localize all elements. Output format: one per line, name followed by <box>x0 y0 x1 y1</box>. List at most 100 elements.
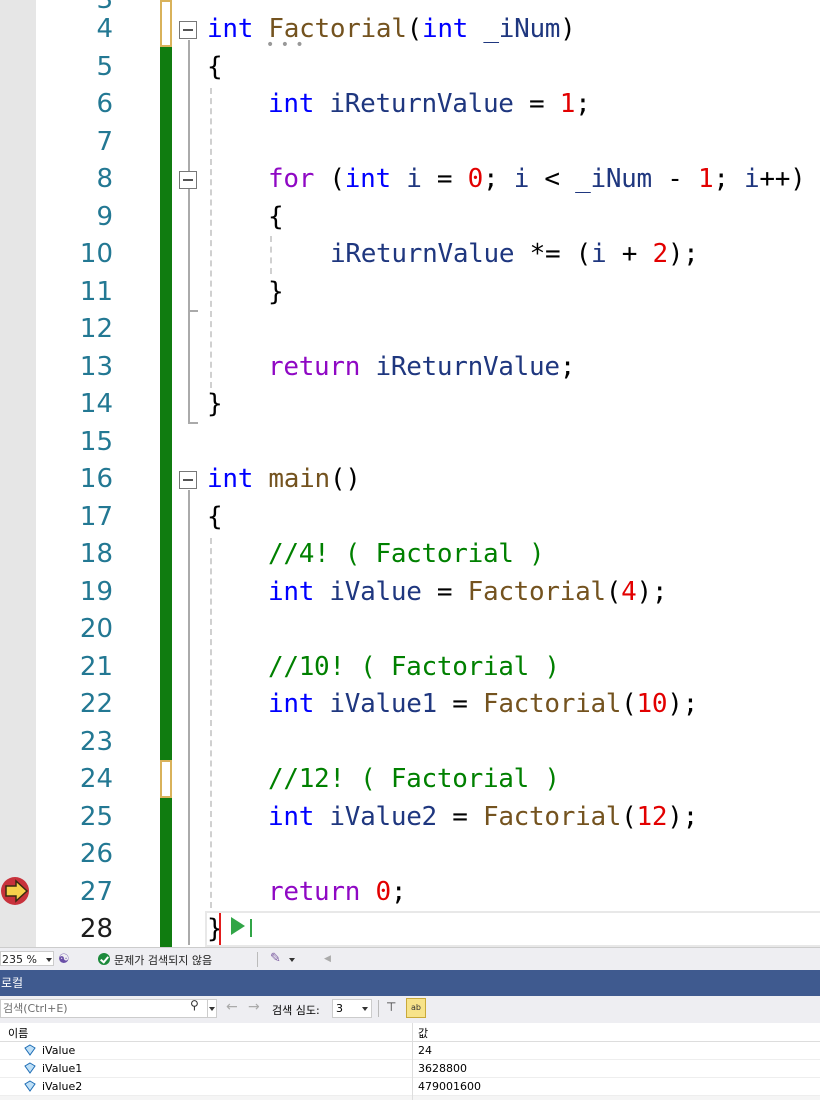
variable-value[interactable]: 24 <box>418 1044 432 1057</box>
run-to-click-icon[interactable] <box>231 917 245 935</box>
operator: = <box>421 164 468 194</box>
code-line-25[interactable]: int iValue2 = Factorial(12); <box>268 799 698 837</box>
column-divider[interactable] <box>412 1023 413 1100</box>
line-number: 13 <box>79 352 113 382</box>
operator: + <box>606 239 653 269</box>
code-line-6[interactable]: int iReturnValue = 1; <box>268 86 591 124</box>
pin-icon[interactable]: ⊤ <box>386 1000 396 1014</box>
code-line-21-comment[interactable]: //10! ( Factorial ) <box>268 649 560 687</box>
punct: ( <box>605 577 622 607</box>
line-number: 16 <box>79 464 113 494</box>
editor-status-bar: 235 % ☯ 문제가 검색되지 않음 ✎ ◀ <box>0 947 820 971</box>
current-statement-arrow-icon[interactable] <box>0 876 32 906</box>
operator: ++) <box>759 164 806 194</box>
punct: ) <box>560 14 576 44</box>
scroll-left-icon[interactable]: ◀ <box>324 954 331 964</box>
search-forward-icon[interactable]: → <box>248 999 260 1015</box>
code-line-8[interactable]: for (int i = 0; i < _iNum - 1; i++) <box>268 161 806 199</box>
keyword: int <box>421 14 469 44</box>
function-name: Factorial <box>482 802 622 832</box>
change-bar-saved <box>160 798 172 947</box>
indent-guide <box>210 538 212 908</box>
collapse-minus-icon[interactable] <box>179 171 197 189</box>
issues-status[interactable]: 문제가 검색되지 않음 <box>114 952 212 968</box>
change-bar-unsaved <box>160 0 172 47</box>
code-line-10[interactable]: iReturnValue *= (i + 2); <box>330 236 699 274</box>
punct: ( <box>406 14 423 44</box>
function-name: Factorial <box>482 689 622 719</box>
code-line-19[interactable]: int iValue = Factorial(4); <box>268 574 668 612</box>
keyword: int <box>268 802 315 832</box>
glyph-margin[interactable] <box>0 0 36 947</box>
code-line-16[interactable]: int main() <box>207 461 361 499</box>
run-to-click-bar <box>250 919 252 937</box>
search-back-icon[interactable]: ← <box>226 999 238 1015</box>
grid-header: 이름 값 <box>0 1023 820 1042</box>
locals-row[interactable]: iValue2 479001600 <box>0 1078 820 1096</box>
code-line-11[interactable]: } <box>268 274 284 312</box>
separator <box>257 952 258 967</box>
code-line-27[interactable]: return 0; <box>268 874 407 912</box>
column-header-value[interactable]: 값 <box>418 1025 428 1041</box>
variable-value[interactable]: 3628800 <box>418 1062 467 1075</box>
search-icon[interactable]: ⚲ <box>190 998 199 1012</box>
number: 0 <box>375 877 391 907</box>
punct: ; <box>482 164 514 194</box>
variable: i <box>744 164 760 194</box>
collapse-minus-icon[interactable] <box>179 21 197 39</box>
search-input[interactable]: 검색(Ctrl+E) <box>0 999 208 1018</box>
search-options-dropdown[interactable] <box>208 999 217 1018</box>
line-number: 12 <box>79 314 113 344</box>
brace: { <box>207 52 223 82</box>
code-line-24-comment[interactable]: //12! ( Factorial ) <box>268 761 560 799</box>
line-number: 4 <box>96 14 113 44</box>
variable: iValue2 <box>329 802 437 832</box>
code-line-17[interactable]: { <box>207 499 223 537</box>
keyword: for <box>268 164 315 194</box>
punct: ; <box>575 89 591 119</box>
suggestion-dots: • • • <box>266 37 305 53</box>
code-line-9[interactable]: { <box>268 199 284 237</box>
code-line-18-comment[interactable]: //4! ( Factorial ) <box>268 536 545 574</box>
code-line-13[interactable]: return iReturnValue; <box>268 349 575 387</box>
operator: - <box>651 164 698 194</box>
text-caret <box>219 913 221 945</box>
locals-row[interactable]: iValue1 3628800 <box>0 1060 820 1078</box>
operator: = <box>436 802 483 832</box>
code-line-22[interactable]: int iValue1 = Factorial(10); <box>268 686 698 724</box>
code-line-4[interactable]: int Factorial(int _iNum) <box>207 11 576 49</box>
line-number: 10 <box>79 239 113 269</box>
punct: ); <box>636 577 668 607</box>
check-circle-icon <box>98 953 110 965</box>
indent-guide <box>210 88 212 388</box>
code-line-14[interactable]: } <box>207 386 223 424</box>
column-header-name[interactable]: 이름 <box>8 1025 28 1041</box>
line-number: 27 <box>79 877 113 907</box>
locals-title[interactable]: 로컬 <box>0 970 820 996</box>
parameter: _iNum <box>575 164 652 194</box>
code-editor[interactable]: 3 4 5 6 7 8 9 10 11 12 13 14 15 16 17 18… <box>0 0 820 947</box>
line-number: 8 <box>96 164 113 194</box>
search-depth-select[interactable]: 3 <box>332 999 372 1018</box>
code-cleanup-icon[interactable]: ✎ <box>270 951 281 966</box>
locals-row[interactable]: iValue 24 <box>0 1042 820 1060</box>
line-number: 26 <box>79 839 113 869</box>
variable: iReturnValue <box>330 239 515 269</box>
locals-toolbar: 검색(Ctrl+E) ⚲ ← → 검색 심도: 3 ⊤ ab <box>0 996 820 1023</box>
chevron-down-icon[interactable] <box>289 958 295 962</box>
brace: } <box>207 389 223 419</box>
chevron-down-icon[interactable] <box>46 958 52 962</box>
punct: ( <box>621 689 637 719</box>
intellicode-icon[interactable]: ☯ <box>58 952 70 967</box>
outline-end <box>188 310 198 312</box>
variable-value[interactable]: 479001600 <box>418 1080 481 1093</box>
collapse-minus-icon[interactable] <box>179 471 197 489</box>
keyword: return <box>268 352 361 382</box>
separator <box>378 1000 379 1017</box>
function-name: Factorial <box>467 577 606 607</box>
code-line-5[interactable]: { <box>207 49 223 87</box>
hex-display-button[interactable]: ab <box>406 998 426 1018</box>
line-number: 24 <box>79 764 113 794</box>
keyword: int <box>344 164 391 194</box>
